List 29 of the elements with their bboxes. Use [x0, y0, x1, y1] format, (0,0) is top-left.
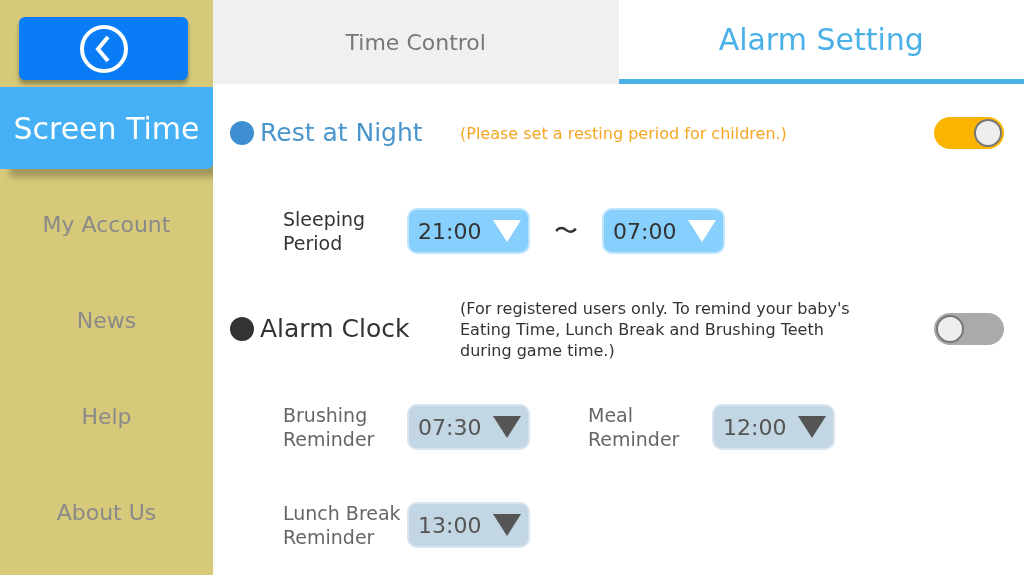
- sidebar-item[interactable]: Help: [77, 399, 136, 433]
- section-title: Rest at Night: [260, 117, 424, 150]
- time-dropdown[interactable]: 07:30: [407, 404, 530, 450]
- back-icon: [78, 23, 129, 74]
- caret-icon: [687, 219, 717, 243]
- sidebar-item[interactable]: Screen Time: [0, 87, 213, 169]
- caret-icon: [492, 513, 522, 537]
- field-label: Meal Reminder: [588, 403, 681, 451]
- caret-icon: [492, 219, 522, 243]
- field-label: Sleeping Period: [283, 207, 367, 255]
- time-dropdown[interactable]: 12:00: [712, 404, 835, 450]
- section-note: (Please set a resting period for children.): [460, 122, 788, 144]
- separator-text: 〜: [554, 216, 578, 247]
- time-dropdown[interactable]: 07:00: [602, 208, 725, 254]
- back-button[interactable]: [19, 17, 188, 80]
- caret-icon: [492, 415, 522, 439]
- section-note: (For registered users only. To remind your baby's Eating Time, Lunch Break and Brushing Teeth during game time.): [460, 297, 851, 361]
- field-label: Lunch Break Reminder: [283, 501, 402, 549]
- time-dropdown[interactable]: 21:00: [407, 208, 530, 254]
- caret-icon: [797, 415, 827, 439]
- sidebar-item[interactable]: My Account: [38, 207, 175, 241]
- toggle-switch[interactable]: [934, 313, 1004, 345]
- time-dropdown[interactable]: 13:00: [407, 502, 530, 548]
- sidebar-item[interactable]: News: [72, 303, 141, 337]
- toggle-switch[interactable]: [934, 117, 1004, 149]
- section-title: Alarm Clock: [260, 313, 411, 346]
- field-label: Brushing Reminder: [283, 403, 376, 451]
- tab[interactable]: Time Control: [213, 0, 619, 84]
- sidebar-item[interactable]: About Us: [52, 495, 161, 529]
